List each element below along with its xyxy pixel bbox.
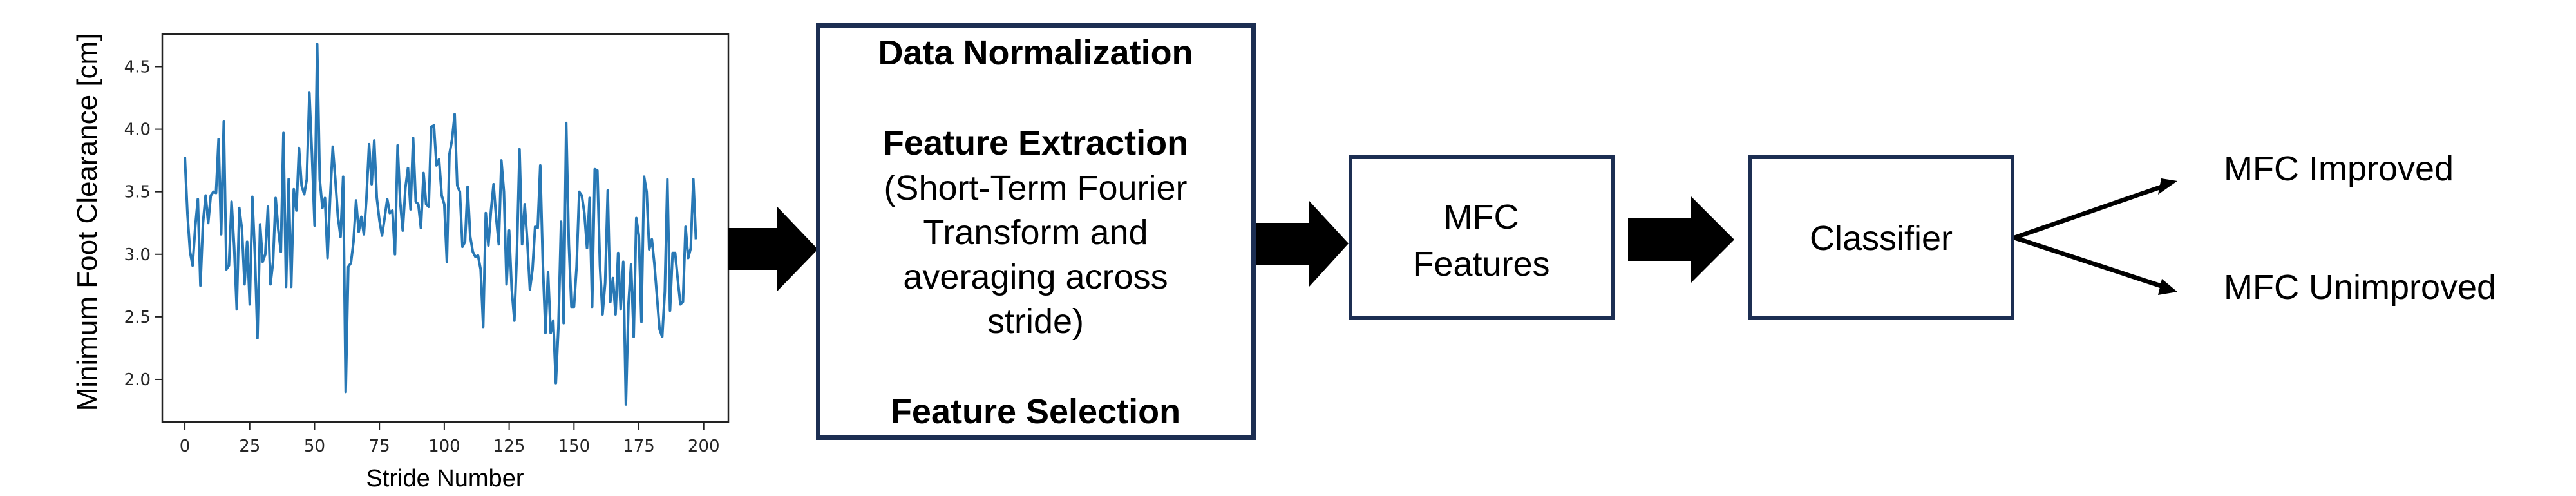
- feature-selection-heading: Feature Selection: [891, 392, 1180, 431]
- feature-extraction-desc-line-3: averaging across: [903, 258, 1168, 296]
- x-tick-label: 125: [493, 437, 526, 456]
- x-tick-label: 50: [304, 437, 325, 456]
- y-axis-ticks: 2.0 2.5 3.0 3.5 4.0 4.5: [124, 57, 162, 390]
- x-axis-label: Stride Number: [366, 465, 524, 492]
- processing-box: Data Normalization Feature Extraction (S…: [816, 23, 1256, 440]
- x-tick-label: 200: [688, 437, 720, 456]
- data-normalization-heading: Data Normalization: [878, 33, 1193, 72]
- x-tick-label: 25: [239, 437, 260, 456]
- flow-arrow-3: [1628, 196, 1734, 283]
- flow-arrow-1: [728, 206, 818, 292]
- classifier-box: Classifier: [1748, 155, 2014, 320]
- arrowhead-unimproved: [2158, 279, 2177, 295]
- mfc-features-line-1: MFC: [1444, 198, 1519, 236]
- output-mfc-improved: MFC Improved: [2224, 149, 2454, 188]
- x-axis-ticks: 0 25 50 75 100 125 150 175 200: [180, 422, 720, 456]
- arrow-to-unimproved: [2013, 235, 2166, 290]
- feature-extraction-desc-line-4: stride): [987, 302, 1084, 341]
- feature-extraction-heading: Feature Extraction: [883, 124, 1188, 162]
- y-axis-label: Minimum Foot Clearance [cm]: [71, 33, 103, 412]
- y-tick-label: 2.5: [124, 308, 151, 327]
- arrowhead-improved: [2158, 178, 2177, 195]
- y-tick-label: 4.0: [124, 120, 151, 140]
- y-tick-label: 3.5: [124, 183, 151, 202]
- mfc-line-chart: 0 25 50 75 100 125 150 175 200 2.0 2.5 3.0 3.5 4.0 4.…: [71, 33, 730, 492]
- output-fork: [2013, 178, 2177, 295]
- mfc-features-line-2: Features: [1412, 245, 1549, 283]
- output-mfc-unimproved: MFC Unimproved: [2224, 268, 2496, 307]
- figure-canvas: 0 25 50 75 100 125 150 175 200 2.0 2.5 3.0 3.5 4.0 4.…: [71, 23, 2496, 492]
- y-tick-label: 4.5: [124, 57, 151, 77]
- classifier-label: Classifier: [1810, 219, 1953, 258]
- x-tick-label: 150: [558, 437, 590, 456]
- y-tick-label: 3.0: [124, 245, 151, 265]
- feature-extraction-desc-line-2: Transform and: [923, 213, 1148, 252]
- x-tick-label: 100: [428, 437, 460, 456]
- arrow-to-improved: [2013, 183, 2166, 240]
- mfc-features-box: MFC Features: [1349, 155, 1615, 320]
- flow-arrow-2: [1256, 201, 1349, 287]
- mfc-features-box-frame: [1349, 155, 1615, 320]
- feature-extraction-desc-line-1: (Short-Term Fourier: [884, 169, 1187, 207]
- x-tick-label: 0: [180, 437, 191, 456]
- x-tick-label: 75: [369, 437, 390, 456]
- x-tick-label: 175: [623, 437, 655, 456]
- y-tick-label: 2.0: [124, 370, 151, 390]
